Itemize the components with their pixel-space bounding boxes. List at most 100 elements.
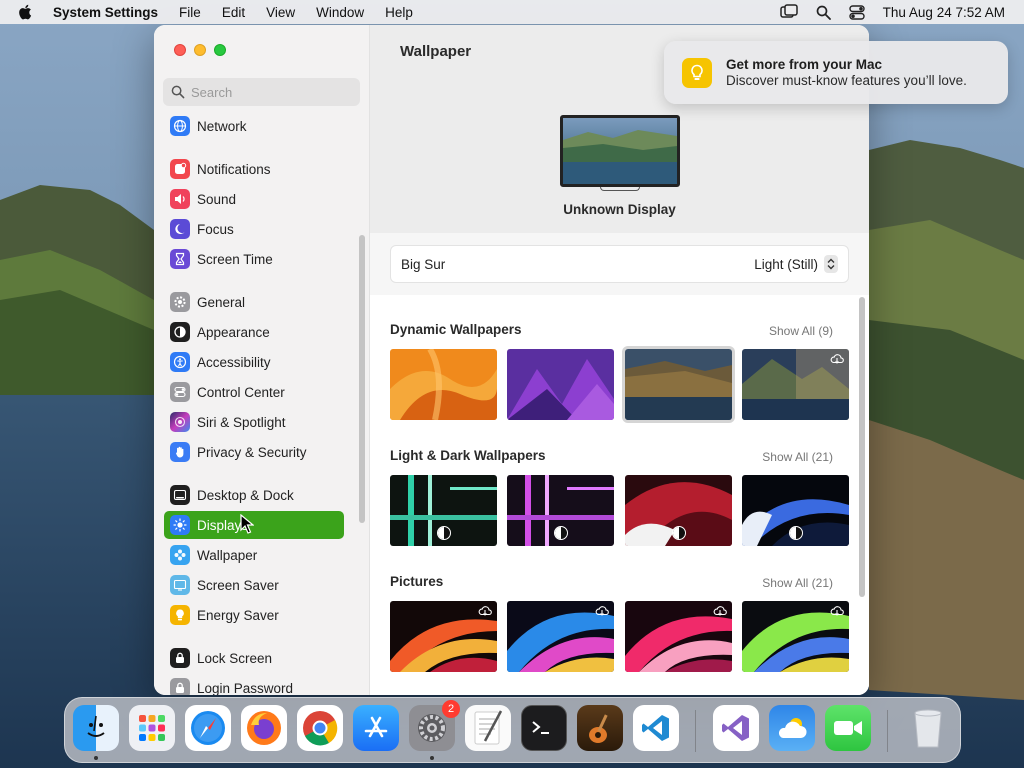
dock-launchpad-icon[interactable] xyxy=(129,705,175,751)
sun-icon xyxy=(170,515,190,535)
dock-weather-icon[interactable] xyxy=(769,705,815,751)
sidebar-item-lock-screen[interactable]: Lock Screen xyxy=(164,644,344,672)
dock-terminal-icon[interactable] xyxy=(521,705,567,751)
dock-app-store-icon[interactable] xyxy=(353,705,399,751)
sidebar-item-label: Screen Time xyxy=(197,251,273,267)
sidebar-item-siri-spotlight[interactable]: Siri & Spotlight xyxy=(164,408,344,436)
wallpaper-thumb-picture-1[interactable] xyxy=(390,601,497,672)
control-center-icon[interactable] xyxy=(848,4,865,20)
sidebar-item-displays[interactable]: Displays xyxy=(164,511,344,539)
search-field[interactable] xyxy=(163,78,360,106)
sidebar-scrollbar[interactable] xyxy=(359,235,365,523)
dock-trash-icon[interactable] xyxy=(905,705,951,751)
sidebar-item-desktop-dock[interactable]: Desktop & Dock xyxy=(164,481,344,509)
menu-bar: System Settings File Edit View Window He… xyxy=(0,0,1024,24)
menu-edit[interactable]: Edit xyxy=(222,5,245,20)
sidebar-item-screen-time[interactable]: Screen Time xyxy=(164,245,344,273)
minimize-window-button[interactable] xyxy=(194,44,206,56)
menu-help[interactable]: Help xyxy=(385,5,413,20)
menu-window[interactable]: Window xyxy=(316,5,364,20)
siri-icon xyxy=(170,412,190,432)
wallpaper-thumb-monterey[interactable] xyxy=(507,349,614,420)
sidebar-item-label: Network xyxy=(197,118,247,134)
current-wallpaper-row: Big Sur Light (Still) xyxy=(390,245,849,283)
show-all-dynamic-link[interactable]: Show All (9) xyxy=(769,324,833,338)
dock-firefox-icon[interactable] xyxy=(241,705,287,751)
spotlight-search-icon[interactable] xyxy=(816,5,831,20)
sidebar-item-sound[interactable]: Sound xyxy=(164,185,344,213)
content-scrollbar[interactable] xyxy=(859,297,865,597)
sidebar-item-label: Privacy & Security xyxy=(197,444,307,460)
zoom-window-button[interactable] xyxy=(214,44,226,56)
display-preview xyxy=(560,115,680,191)
screen-mirroring-icon[interactable] xyxy=(779,4,798,20)
download-cloud-icon xyxy=(830,605,844,617)
show-all-light-dark-link[interactable]: Show All (21) xyxy=(762,450,833,464)
sidebar-item-focus[interactable]: Focus xyxy=(164,215,344,243)
sidebar-item-accessibility[interactable]: Accessibility xyxy=(164,348,344,376)
chevron-updown-icon xyxy=(824,255,838,273)
wallpaper-thumb-light-dark-3[interactable] xyxy=(625,475,732,546)
apple-menu-icon[interactable] xyxy=(17,3,35,21)
wallpaper-thumb-ventura[interactable] xyxy=(390,349,497,420)
dock-safari-icon[interactable] xyxy=(185,705,231,751)
sidebar-item-label: Desktop & Dock xyxy=(197,487,294,503)
mouse-cursor-icon xyxy=(240,514,254,534)
sidebar-item-label: Accessibility xyxy=(197,354,271,370)
wallpaper-thumb-big-sur[interactable] xyxy=(625,349,732,420)
wallpaper-thumb-light-dark-4[interactable] xyxy=(742,475,849,546)
accessibility-icon xyxy=(170,352,190,372)
dock-finder-icon[interactable] xyxy=(73,705,119,751)
sidebar-item-privacy-security[interactable]: Privacy & Security xyxy=(164,438,344,466)
wallpaper-thumb-picture-4[interactable] xyxy=(742,601,849,672)
appearance-mode-popup[interactable]: Light (Still) xyxy=(754,255,838,273)
search-input[interactable] xyxy=(191,84,351,100)
menubar-clock[interactable]: Thu Aug 24 7:52 AM xyxy=(883,5,1005,20)
dock-vscode-icon[interactable] xyxy=(633,705,679,751)
sidebar-item-appearance[interactable]: Appearance xyxy=(164,318,344,346)
menu-app-name[interactable]: System Settings xyxy=(53,5,158,20)
wallpaper-thumb-picture-3[interactable] xyxy=(625,601,732,672)
appearance-icon xyxy=(170,322,190,342)
current-wallpaper-name: Big Sur xyxy=(401,256,446,272)
sidebar-item-login-password[interactable]: Login Password xyxy=(164,674,344,695)
sidebar-item-network[interactable]: Network xyxy=(164,112,344,140)
hourglass-icon xyxy=(170,249,190,269)
sidebar-item-general[interactable]: General xyxy=(164,288,344,316)
appearance-mode-value: Light (Still) xyxy=(754,256,818,272)
wallpaper-thumb-picture-2[interactable] xyxy=(507,601,614,672)
speaker-icon xyxy=(170,189,190,209)
notification-title: Get more from your Mac xyxy=(726,57,883,72)
bell-icon xyxy=(170,159,190,179)
lock-icon xyxy=(170,648,190,668)
dock-textedit-icon[interactable] xyxy=(465,705,511,751)
main-content: Wallpaper Unknown Display Big Sur Light … xyxy=(370,25,869,695)
sidebar-item-control-center[interactable]: Control Center xyxy=(164,378,344,406)
show-all-pictures-link[interactable]: Show All (21) xyxy=(762,576,833,590)
light-dark-badge xyxy=(788,526,803,540)
dock-chrome-icon[interactable] xyxy=(297,705,343,751)
moon-icon xyxy=(170,219,190,239)
dock-icon xyxy=(170,485,190,505)
menu-view[interactable]: View xyxy=(266,5,295,20)
dock-separator xyxy=(695,710,696,752)
dock-facetime-icon[interactable] xyxy=(825,705,871,751)
section-title-dynamic: Dynamic Wallpapers xyxy=(390,322,522,337)
sidebar-item-notifications[interactable]: Notifications xyxy=(164,155,344,183)
wallpaper-thumb-catalina[interactable] xyxy=(742,349,849,420)
wallpaper-thumb-light-dark-1[interactable] xyxy=(390,475,497,546)
menu-file[interactable]: File xyxy=(179,5,201,20)
sidebar-item-energy-saver[interactable]: Energy Saver xyxy=(164,601,344,629)
light-dark-badge xyxy=(436,526,451,540)
section-title-pictures: Pictures xyxy=(390,574,444,589)
sidebar-item-wallpaper[interactable]: Wallpaper xyxy=(164,541,344,569)
close-window-button[interactable] xyxy=(174,44,186,56)
hand-icon xyxy=(170,442,190,462)
dock-visual-studio-icon[interactable] xyxy=(713,705,759,751)
dock-system-settings-icon[interactable]: 2 xyxy=(409,700,460,751)
notification-banner[interactable]: Get more from your Mac Discover must-kno… xyxy=(664,41,1008,104)
sidebar-item-screen-saver[interactable]: Screen Saver xyxy=(164,571,344,599)
dock-garageband-icon[interactable] xyxy=(577,705,623,751)
gear-icon xyxy=(170,292,190,312)
wallpaper-thumb-light-dark-2[interactable] xyxy=(507,475,614,546)
